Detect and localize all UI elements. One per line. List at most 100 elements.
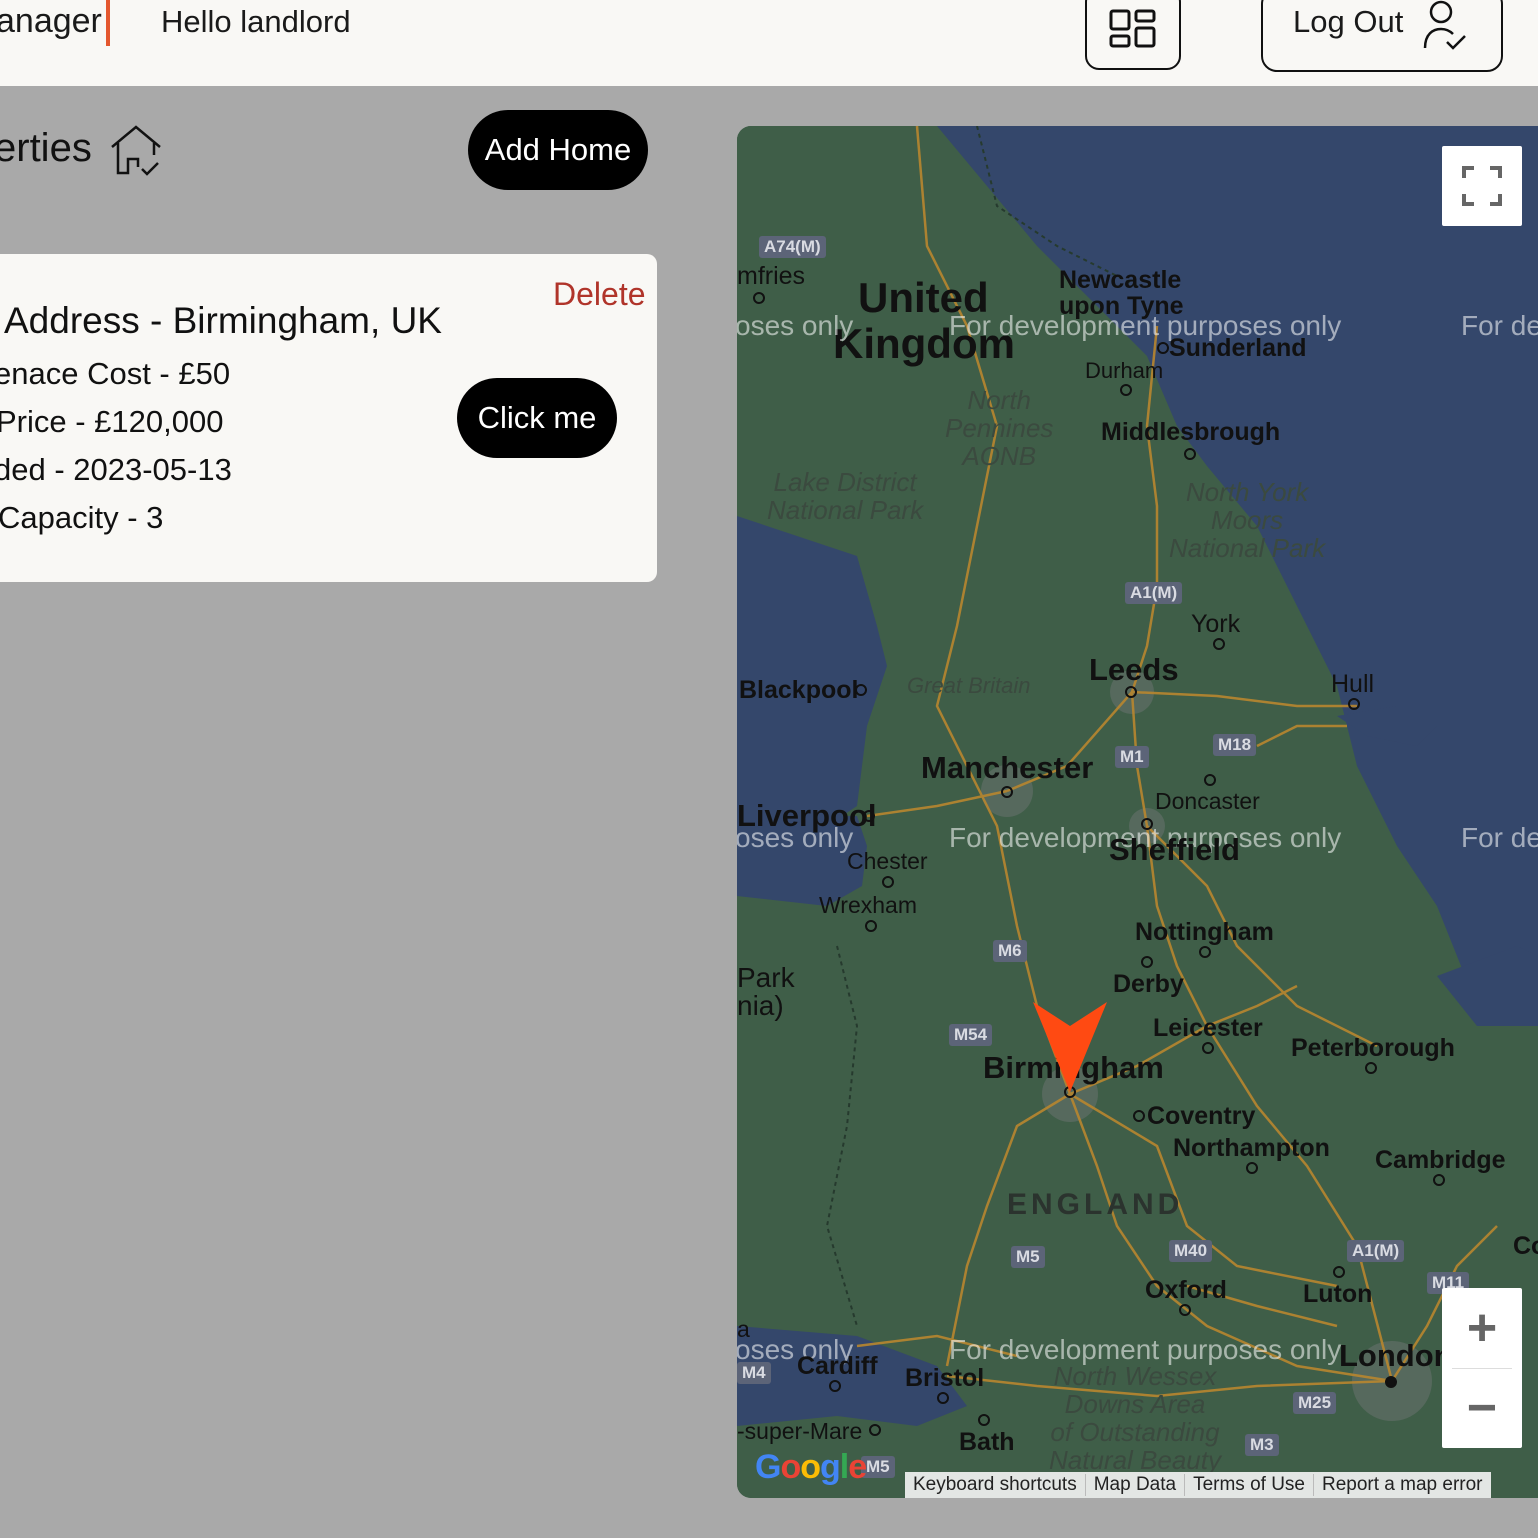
map-label-lake-district: Lake District National Park [767,467,924,525]
app-brand[interactable]: anager [0,2,102,41]
map-label-city: Peterborough [1291,1034,1455,1062]
map-label-city: Newcastle [1059,266,1182,294]
map-label-city: Northampton [1173,1134,1330,1162]
fullscreen-icon [1462,166,1502,206]
map-label-city: Liverpool [737,798,877,833]
map-label-city: Blackpool [739,676,859,704]
road-shield: M54 [949,1024,993,1046]
city-dot [1213,638,1225,650]
road-shield: M5 [1011,1246,1045,1268]
map-label-city: Luton [1303,1280,1373,1308]
map-label-city: Doncaster [1155,788,1260,814]
map-label-city: Chester [847,848,928,874]
add-home-button[interactable]: Add Home [468,110,648,190]
road-shield: M6 [993,940,1027,962]
logout-button[interactable]: Log Out [1261,0,1503,72]
logout-label: Log Out [1293,4,1404,39]
city-dot [1433,1174,1445,1186]
map-label-city: nia) [737,990,784,1021]
map-data-link[interactable]: Map Data [1086,1474,1186,1496]
map-label-city: Leicester [1153,1014,1263,1042]
road-shield: M4 [737,1362,771,1384]
property-card: Address - Birmingham, UK enace Cost - £5… [0,254,657,582]
map-attribution-bar: Keyboard shortcuts Map Data Terms of Use… [905,1472,1491,1498]
delete-button[interactable]: Delete [553,276,646,313]
fullscreen-button[interactable] [1442,146,1522,226]
property-date-added: ded - 2023-05-13 [0,452,232,487]
road-shield: M3 [1245,1434,1279,1456]
map-label-city: Coventry [1147,1102,1256,1130]
city-dot [882,876,894,888]
grid-icon [1109,9,1156,48]
city-dot [1120,384,1132,396]
map-label-city: Leeds [1089,652,1179,687]
map-label-city: Cambridge [1375,1146,1506,1174]
map-label-city: Manchester [921,750,1094,785]
greeting-text: Hello landlord [161,4,351,39]
city-dot [1157,342,1169,354]
map-label-city: -super-Mare [737,1418,863,1444]
zoom-out-button[interactable]: − [1442,1368,1522,1448]
dashboard-button[interactable] [1085,0,1181,70]
map-label-city: a [737,1316,750,1342]
map-label-north-pennines: North Pennines AONB [945,385,1054,471]
keyboard-shortcuts-link[interactable]: Keyboard shortcuts [905,1474,1086,1496]
map-label-city: Middlesbrough [1101,418,1281,446]
property-maintenance-cost: enace Cost - £50 [0,356,231,391]
map-label-north-york-moors: North York Moors National Park [1169,477,1326,563]
city-dot [1333,1266,1345,1278]
city-dot [869,1424,881,1436]
zoom-in-button[interactable]: + [1442,1288,1522,1368]
map-label-city: upon Tyne [1059,292,1184,320]
terms-of-use-link[interactable]: Terms of Use [1185,1474,1314,1496]
dev-watermark: oses only [737,310,854,341]
map-label-city: Sheffield [1109,832,1240,867]
city-dot [753,292,765,304]
city-dot [1385,1376,1397,1388]
city-dot [863,810,875,822]
city-dot [1179,1304,1191,1316]
zoom-controls: + − [1442,1288,1522,1448]
city-dot [1204,774,1216,786]
road-shield: M1 [1115,746,1149,768]
map-label-city: mfries [737,262,806,290]
click-me-button[interactable]: Click me [457,378,617,458]
city-dot [1348,698,1360,710]
city-dot [1001,786,1013,798]
map-label-city: York [1191,610,1241,638]
city-dot [1199,946,1211,958]
brand-divider [106,0,110,46]
property-address: Address - Birmingham, UK [4,300,442,341]
city-dot [1125,686,1137,698]
map-label-city: London [1339,1338,1453,1373]
road-shield: M40 [1169,1240,1213,1262]
road-shield: M25 [1293,1392,1337,1414]
city-dot [1246,1162,1258,1174]
city-dot [865,920,877,932]
city-dot [1141,818,1153,830]
map-label-north-wessex: North Wessex Downs Area of Outstanding N… [1049,1361,1221,1475]
map-label-city: Bristol [905,1364,985,1392]
report-map-error-link[interactable]: Report a map error [1314,1474,1491,1496]
city-dot [855,684,867,696]
city-dot [937,1392,949,1404]
map-label-city: Wrexham [819,892,917,918]
map-label-city: Bath [959,1428,1015,1456]
property-capacity: Capacity - 3 [0,500,164,535]
city-dot [1365,1062,1377,1074]
map-label-england: ENGLAND [1007,1188,1184,1221]
city-dot [829,1380,841,1392]
city-dot [1141,956,1153,968]
map-label-great-britain: Great Britain [907,673,1031,698]
google-logo[interactable]: Google [755,1448,867,1487]
map-label-city: Co [1513,1232,1538,1260]
property-price: Price - £120,000 [0,404,224,439]
city-dot [978,1414,990,1426]
city-dot [1133,1110,1145,1122]
map-label-city: Nottingham [1135,918,1274,946]
road-shield: A1(M) [1125,582,1183,604]
map-view[interactable]: United Kingdom ENGLAND oses only For dev… [737,126,1538,1498]
road-shield: A1(M) [1347,1240,1405,1262]
city-dot [1202,1042,1214,1054]
location-marker-icon[interactable] [1033,1002,1107,1092]
